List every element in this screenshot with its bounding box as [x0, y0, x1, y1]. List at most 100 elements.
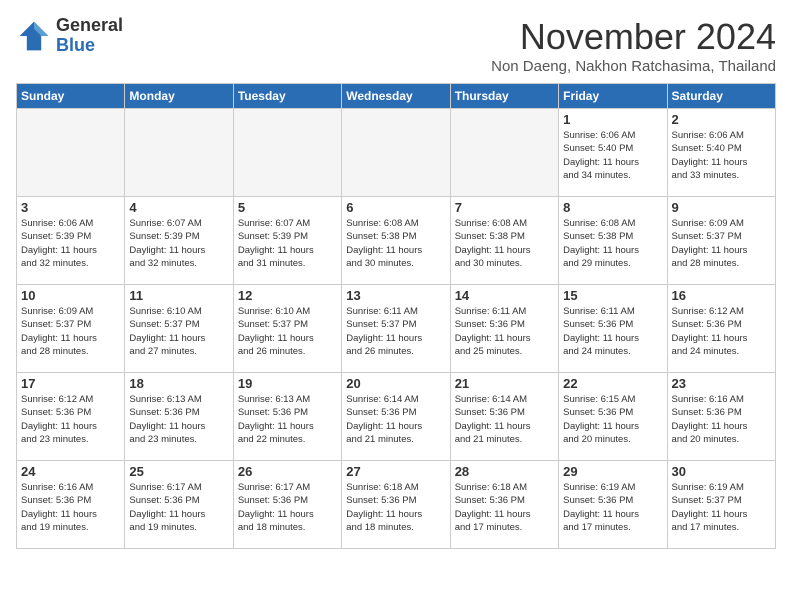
calendar-cell: 6Sunrise: 6:08 AM Sunset: 5:38 PM Daylig… [342, 197, 450, 285]
weekday-header: Friday [559, 84, 667, 109]
day-number: 28 [455, 464, 554, 479]
day-info: Sunrise: 6:06 AM Sunset: 5:40 PM Dayligh… [672, 129, 771, 182]
day-number: 10 [21, 288, 120, 303]
calendar-cell: 20Sunrise: 6:14 AM Sunset: 5:36 PM Dayli… [342, 373, 450, 461]
location-title: Non Daeng, Nakhon Ratchasima, Thailand [491, 58, 776, 75]
day-info: Sunrise: 6:09 AM Sunset: 5:37 PM Dayligh… [672, 217, 771, 270]
calendar-cell: 19Sunrise: 6:13 AM Sunset: 5:36 PM Dayli… [233, 373, 341, 461]
calendar-cell: 22 Sunrise: 6:15 AM Sunset: 5:36 PM Dayli… [559, 373, 667, 461]
calendar-table: SundayMondayTuesdayWednesdayThursdayFrid… [16, 83, 776, 549]
calendar-cell: 30 Sunrise: 6:19 AM Sunset: 5:37 PM Dayli… [667, 461, 775, 549]
calendar-cell: 23 Sunrise: 6:16 AM Sunset: 5:36 PM Dayli… [667, 373, 775, 461]
calendar-cell: 21Sunrise: 6:14 AM Sunset: 5:36 PM Dayli… [450, 373, 558, 461]
calendar-cell [450, 109, 558, 197]
day-number: 22 [563, 376, 662, 391]
day-info: Sunrise: 6:17 AM Sunset: 5:36 PM Dayligh… [129, 481, 228, 534]
day-number: 18 [129, 376, 228, 391]
day-info: Sunrise: 6:11 AM Sunset: 5:37 PM Dayligh… [346, 305, 445, 358]
day-number: 16 [672, 288, 771, 303]
day-number: 27 [346, 464, 445, 479]
logo-icon [16, 18, 52, 54]
calendar-cell: 1Sunrise: 6:06 AM Sunset: 5:40 PM Daylig… [559, 109, 667, 197]
calendar-cell: 24 Sunrise: 6:16 AM Sunset: 5:36 PM Dayli… [17, 461, 125, 549]
day-number: 24 [21, 464, 120, 479]
calendar-cell [233, 109, 341, 197]
calendar-cell: 17 Sunrise: 6:12 AM Sunset: 5:36 PM Dayli… [17, 373, 125, 461]
day-info: Sunrise: 6:07 AM Sunset: 5:39 PM Dayligh… [129, 217, 228, 270]
day-number: 29 [563, 464, 662, 479]
calendar-cell: 26 Sunrise: 6:17 AM Sunset: 5:36 PM Dayli… [233, 461, 341, 549]
calendar-cell: 4 Sunrise: 6:07 AM Sunset: 5:39 PM Daylig… [125, 197, 233, 285]
calendar-week-row: 3 Sunrise: 6:06 AM Sunset: 5:39 PM Daylig… [17, 197, 776, 285]
calendar-cell: 15 Sunrise: 6:11 AM Sunset: 5:36 PM Dayli… [559, 285, 667, 373]
day-number: 9 [672, 200, 771, 215]
month-title: November 2024 [491, 16, 776, 58]
calendar-week-row: 24 Sunrise: 6:16 AM Sunset: 5:36 PM Dayli… [17, 461, 776, 549]
day-info: Sunrise: 6:11 AM Sunset: 5:36 PM Dayligh… [455, 305, 554, 358]
weekday-header: Monday [125, 84, 233, 109]
calendar-cell: 16 Sunrise: 6:12 AM Sunset: 5:36 PM Dayli… [667, 285, 775, 373]
weekday-header: Tuesday [233, 84, 341, 109]
day-info: Sunrise: 6:10 AM Sunset: 5:37 PM Dayligh… [129, 305, 228, 358]
calendar-cell [342, 109, 450, 197]
day-info: Sunrise: 6:19 AM Sunset: 5:37 PM Dayligh… [672, 481, 771, 534]
day-info: Sunrise: 6:09 AM Sunset: 5:37 PM Dayligh… [21, 305, 120, 358]
weekday-header: Saturday [667, 84, 775, 109]
day-number: 4 [129, 200, 228, 215]
calendar-cell: 7 Sunrise: 6:08 AM Sunset: 5:38 PM Daylig… [450, 197, 558, 285]
day-info: Sunrise: 6:17 AM Sunset: 5:36 PM Dayligh… [238, 481, 337, 534]
calendar-week-row: 17 Sunrise: 6:12 AM Sunset: 5:36 PM Dayli… [17, 373, 776, 461]
calendar-week-row: 1Sunrise: 6:06 AM Sunset: 5:40 PM Daylig… [17, 109, 776, 197]
logo-text: General Blue [56, 16, 123, 56]
day-number: 19 [238, 376, 337, 391]
day-info: Sunrise: 6:08 AM Sunset: 5:38 PM Dayligh… [563, 217, 662, 270]
logo: General Blue [16, 16, 123, 56]
calendar-cell: 27 Sunrise: 6:18 AM Sunset: 5:36 PM Dayli… [342, 461, 450, 549]
calendar-cell [125, 109, 233, 197]
weekday-header: Sunday [17, 84, 125, 109]
day-number: 3 [21, 200, 120, 215]
day-info: Sunrise: 6:14 AM Sunset: 5:36 PM Dayligh… [346, 393, 445, 446]
day-number: 8 [563, 200, 662, 215]
calendar-cell: 9 Sunrise: 6:09 AM Sunset: 5:37 PM Daylig… [667, 197, 775, 285]
day-info: Sunrise: 6:08 AM Sunset: 5:38 PM Dayligh… [455, 217, 554, 270]
day-info: Sunrise: 6:15 AM Sunset: 5:36 PM Dayligh… [563, 393, 662, 446]
day-info: Sunrise: 6:08 AM Sunset: 5:38 PM Dayligh… [346, 217, 445, 270]
day-number: 12 [238, 288, 337, 303]
calendar-cell: 14 Sunrise: 6:11 AM Sunset: 5:36 PM Dayli… [450, 285, 558, 373]
logo-blue-text: Blue [56, 36, 123, 56]
day-info: Sunrise: 6:07 AM Sunset: 5:39 PM Dayligh… [238, 217, 337, 270]
day-info: Sunrise: 6:16 AM Sunset: 5:36 PM Dayligh… [21, 481, 120, 534]
day-info: Sunrise: 6:12 AM Sunset: 5:36 PM Dayligh… [21, 393, 120, 446]
day-number: 13 [346, 288, 445, 303]
day-info: Sunrise: 6:18 AM Sunset: 5:36 PM Dayligh… [346, 481, 445, 534]
day-info: Sunrise: 6:19 AM Sunset: 5:36 PM Dayligh… [563, 481, 662, 534]
calendar-body: 1Sunrise: 6:06 AM Sunset: 5:40 PM Daylig… [17, 109, 776, 549]
calendar-cell [17, 109, 125, 197]
calendar-cell: 18 Sunrise: 6:13 AM Sunset: 5:36 PM Dayli… [125, 373, 233, 461]
day-number: 7 [455, 200, 554, 215]
calendar-cell: 29 Sunrise: 6:19 AM Sunset: 5:36 PM Dayli… [559, 461, 667, 549]
day-info: Sunrise: 6:11 AM Sunset: 5:36 PM Dayligh… [563, 305, 662, 358]
calendar-header-row: SundayMondayTuesdayWednesdayThursdayFrid… [17, 84, 776, 109]
day-info: Sunrise: 6:12 AM Sunset: 5:36 PM Dayligh… [672, 305, 771, 358]
day-number: 23 [672, 376, 771, 391]
calendar-cell: 5Sunrise: 6:07 AM Sunset: 5:39 PM Daylig… [233, 197, 341, 285]
day-number: 2 [672, 112, 771, 127]
day-number: 21 [455, 376, 554, 391]
logo-general-text: General [56, 16, 123, 36]
calendar-cell: 28Sunrise: 6:18 AM Sunset: 5:36 PM Dayli… [450, 461, 558, 549]
day-info: Sunrise: 6:06 AM Sunset: 5:39 PM Dayligh… [21, 217, 120, 270]
day-number: 15 [563, 288, 662, 303]
day-number: 25 [129, 464, 228, 479]
day-info: Sunrise: 6:16 AM Sunset: 5:36 PM Dayligh… [672, 393, 771, 446]
day-info: Sunrise: 6:13 AM Sunset: 5:36 PM Dayligh… [129, 393, 228, 446]
calendar-cell: 11Sunrise: 6:10 AM Sunset: 5:37 PM Dayli… [125, 285, 233, 373]
day-number: 17 [21, 376, 120, 391]
day-number: 14 [455, 288, 554, 303]
calendar-week-row: 10 Sunrise: 6:09 AM Sunset: 5:37 PM Dayli… [17, 285, 776, 373]
day-info: Sunrise: 6:06 AM Sunset: 5:40 PM Dayligh… [563, 129, 662, 182]
weekday-header: Thursday [450, 84, 558, 109]
day-number: 26 [238, 464, 337, 479]
day-number: 30 [672, 464, 771, 479]
